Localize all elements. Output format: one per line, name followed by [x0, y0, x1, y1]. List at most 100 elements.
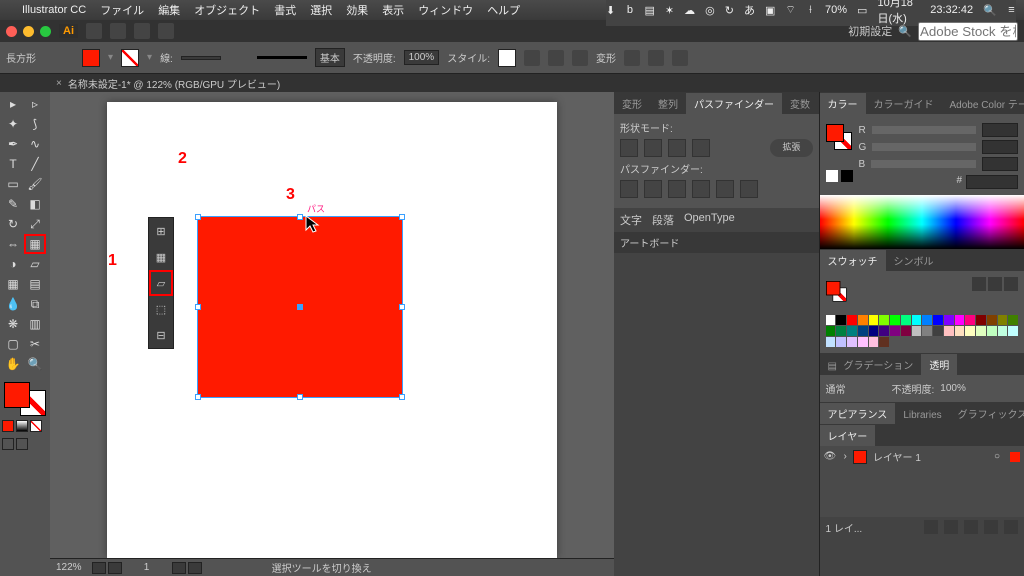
shape-mode-icon[interactable]	[572, 50, 588, 66]
locate-layer-icon[interactable]	[924, 520, 938, 534]
swatch-item[interactable]	[836, 315, 846, 325]
r-value[interactable]	[982, 123, 1018, 137]
ft-distort-icon[interactable]: ⬚	[149, 296, 173, 322]
gpu-icon[interactable]	[158, 23, 174, 39]
color-mode-none[interactable]	[30, 420, 42, 432]
swatch-item[interactable]	[869, 315, 879, 325]
menu-file[interactable]: ファイル	[100, 2, 144, 18]
status-b-icon[interactable]: b	[625, 3, 634, 17]
selection-tool[interactable]: ▸	[2, 94, 24, 114]
swatch-item[interactable]	[879, 326, 889, 336]
type-tool[interactable]: T	[2, 154, 24, 174]
swatch-item[interactable]	[976, 326, 986, 336]
swatch-item[interactable]	[858, 326, 868, 336]
fill-swatch[interactable]	[82, 49, 100, 67]
tab-transparency[interactable]: 透明	[921, 354, 957, 375]
zoom-dropdown[interactable]: 122%	[56, 562, 82, 573]
selected-rectangle[interactable]	[197, 216, 403, 398]
hex-input[interactable]	[966, 175, 1018, 189]
paintbrush-tool[interactable]: 🖌	[24, 174, 46, 194]
new-sublayer-icon[interactable]	[964, 520, 978, 534]
handle-mid-left[interactable]	[195, 304, 201, 310]
opacity-input[interactable]: 100%	[404, 50, 440, 65]
shape-builder-tool[interactable]: ◑	[2, 254, 24, 274]
layer-name[interactable]: レイヤー 1	[873, 449, 921, 464]
tab-character[interactable]: 文字	[620, 212, 642, 228]
swatch-item[interactable]	[922, 326, 932, 336]
pf-outline-icon[interactable]	[716, 180, 734, 198]
menu-select[interactable]: 選択	[310, 2, 332, 18]
swatch-item[interactable]	[890, 315, 900, 325]
swatch-item[interactable]	[922, 315, 932, 325]
edit-icon[interactable]	[672, 50, 688, 66]
new-layer-icon[interactable]	[984, 520, 998, 534]
pen-tool[interactable]: ✒	[2, 134, 24, 154]
swatch-item[interactable]	[847, 337, 857, 347]
scale-tool[interactable]: ⤢	[24, 214, 46, 234]
close-window-button[interactable]	[6, 26, 17, 37]
recolor-icon[interactable]	[524, 50, 540, 66]
app-name[interactable]: Illustrator CC	[22, 4, 86, 16]
stroke-swatch[interactable]	[121, 49, 139, 67]
gradient-tool[interactable]: ▤	[24, 274, 46, 294]
pf-unite-icon[interactable]	[620, 139, 638, 157]
swatch-item[interactable]	[847, 315, 857, 325]
nav-prev-button[interactable]	[108, 562, 122, 574]
swatch-item[interactable]	[826, 326, 836, 336]
swatch-item[interactable]	[987, 326, 997, 336]
hand-tool[interactable]: ✋	[2, 354, 24, 374]
swatch-grid[interactable]	[826, 315, 1019, 347]
direct-selection-tool[interactable]: ▹	[24, 94, 46, 114]
minimize-window-button[interactable]	[23, 26, 34, 37]
zoom-tool[interactable]: 🔍	[24, 354, 46, 374]
swatch-item[interactable]	[826, 337, 836, 347]
handle-bottom-mid[interactable]	[297, 394, 303, 400]
r-slider[interactable]	[872, 126, 976, 134]
swatch-item[interactable]	[847, 326, 857, 336]
swatch-item[interactable]	[998, 326, 1008, 336]
tab-variables[interactable]: 変数	[782, 93, 818, 114]
layer-expand-icon[interactable]: ›	[844, 451, 847, 462]
curvature-tool[interactable]: ∿	[24, 134, 46, 154]
tab-swatches[interactable]: スウォッチ	[820, 250, 886, 271]
swatch-item[interactable]	[933, 326, 943, 336]
rotate-tool[interactable]: ↻	[2, 214, 24, 234]
close-tab-button[interactable]: ×	[56, 78, 62, 89]
b-value[interactable]	[982, 157, 1018, 171]
color-fill-stroke[interactable]	[826, 124, 852, 150]
tab-appearance[interactable]: アピアランス	[820, 403, 896, 424]
workspace-dropdown[interactable]: 初期設定	[848, 23, 892, 39]
g-slider[interactable]	[872, 143, 976, 151]
screen-mode-normal[interactable]	[2, 438, 14, 450]
line-tool[interactable]: ╱	[24, 154, 46, 174]
rectangle-tool[interactable]: ▭	[2, 174, 24, 194]
nav-first-button[interactable]	[92, 562, 106, 574]
nav-last-button[interactable]	[188, 562, 202, 574]
swatch-item[interactable]	[1008, 315, 1018, 325]
stroke-profile[interactable]	[257, 56, 307, 59]
pf-intersect-icon[interactable]	[668, 139, 686, 157]
blend-tool[interactable]: ⧉	[24, 294, 46, 314]
pf-divide-icon[interactable]	[620, 180, 638, 198]
status-notes-icon[interactable]: ▤	[645, 3, 655, 17]
stock-search-input[interactable]	[918, 22, 1018, 41]
swatch-item[interactable]	[836, 337, 846, 347]
b-slider[interactable]	[871, 160, 976, 168]
menu-view[interactable]: 表示	[382, 2, 404, 18]
tab-align[interactable]: 整列	[650, 93, 686, 114]
tab-layers[interactable]: レイヤー	[820, 425, 876, 446]
pf-minus-back-icon[interactable]	[740, 180, 758, 198]
artboard-tool[interactable]: ▢	[2, 334, 24, 354]
artboard-panel-header[interactable]: アートボード	[614, 232, 819, 253]
status-evernote-icon[interactable]: ✶	[665, 3, 674, 17]
align-icon[interactable]	[548, 50, 564, 66]
swatch-item[interactable]	[869, 337, 879, 347]
status-battery-icon[interactable]: ▭	[857, 3, 867, 17]
status-line-icon[interactable]: ◎	[705, 3, 715, 17]
status-display-icon[interactable]: ▣	[765, 3, 775, 17]
ft-constrain-icon[interactable]: ⊞	[149, 218, 173, 244]
canvas-area[interactable]: パス ⊞ ▦ ▱ ⬚ ⊟ 1 2 3 122% 1	[50, 92, 614, 576]
tab-gradient[interactable]: グラデーション	[836, 354, 922, 375]
fill-color-front[interactable]	[4, 382, 30, 408]
pf-crop-icon[interactable]	[692, 180, 710, 198]
